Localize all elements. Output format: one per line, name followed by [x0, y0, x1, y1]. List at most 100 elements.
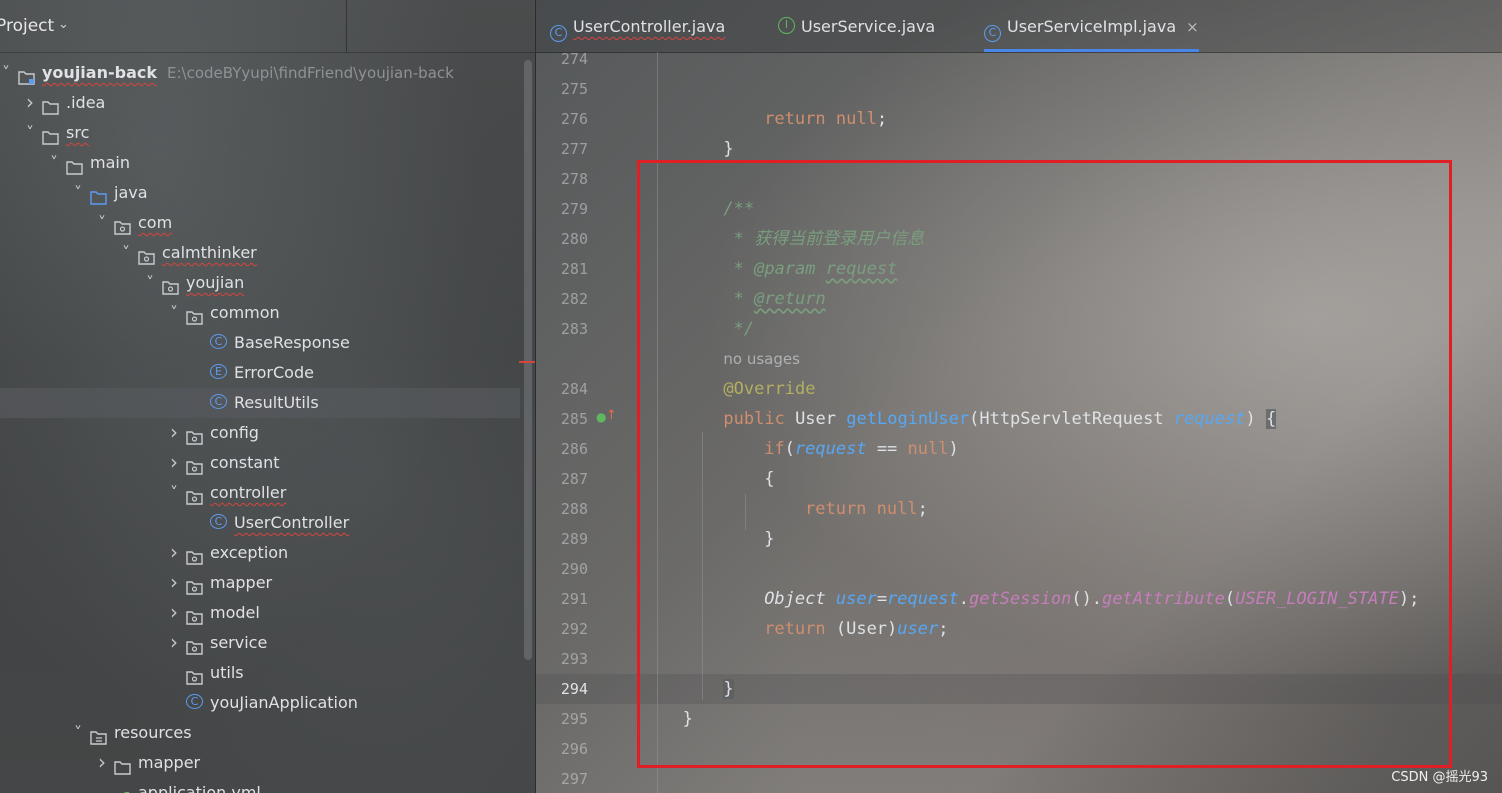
chevron-down-icon[interactable]: ˅ — [168, 478, 180, 508]
line-number: 291 — [560, 590, 588, 608]
tree-item[interactable]: › config — [0, 418, 520, 448]
doc-tag: @return — [754, 289, 826, 309]
method-name: getLoginUser — [846, 409, 970, 429]
project-scrollbar[interactable] — [524, 60, 532, 660]
code-line[interactable]: } — [723, 134, 733, 164]
close-icon[interactable]: × — [1186, 18, 1199, 36]
tree-item[interactable]: C UserController — [0, 508, 520, 538]
line-number: 297 — [560, 770, 588, 788]
tree-item[interactable]: CyouJianApplication — [0, 688, 520, 718]
code-line[interactable]: * @param request — [734, 254, 898, 284]
keyword: return — [764, 619, 826, 639]
editor-tab[interactable]: I UserService.java — [778, 0, 935, 52]
tree-item[interactable]: utils — [0, 658, 520, 688]
tree-item[interactable]: › .idea — [0, 88, 520, 118]
tree-item-label: youJianApplication — [210, 693, 358, 712]
tree-item[interactable]: C ResultUtils — [0, 388, 520, 418]
chevron-right-icon[interactable]: › — [168, 448, 180, 478]
tree-item-label: ErrorCode — [234, 363, 314, 382]
code-line[interactable]: Object user=request.getSession().getAttr… — [764, 584, 1419, 614]
tree-item[interactable]: C BaseResponse — [0, 328, 520, 358]
code-line[interactable]: * @return — [734, 284, 826, 314]
code-line[interactable]: no usages — [723, 344, 800, 374]
editor-tab[interactable]: C UserServiceImpl.java × — [984, 0, 1199, 52]
chevron-down-icon[interactable]: ˅ — [48, 148, 60, 178]
chevron-right-icon[interactable]: › — [96, 748, 108, 778]
code-line[interactable]: return null; — [764, 104, 887, 134]
tree-item[interactable]: › exception — [0, 538, 520, 568]
package-icon — [186, 605, 203, 625]
chevron-right-icon[interactable]: › — [168, 418, 180, 448]
code-line[interactable]: @Override — [723, 374, 815, 404]
tree-item[interactable]: ˅ youjian — [0, 268, 520, 298]
project-title[interactable]: Project — [0, 16, 54, 36]
code-line[interactable]: * 获得当前登录用户信息 — [734, 224, 924, 254]
doc-param-name: request — [825, 259, 898, 279]
tree-item-label: com — [138, 213, 173, 232]
tree-item[interactable]: › model — [0, 598, 520, 628]
code-line[interactable]: if(request == null) — [764, 434, 959, 464]
line-number: 295 — [560, 710, 588, 728]
package-icon — [186, 305, 203, 325]
chevron-down-icon[interactable]: ˅ — [168, 298, 180, 328]
header-divider — [346, 0, 347, 52]
overrides-arrow-icon[interactable]: ↑ — [606, 408, 617, 423]
code-line[interactable]: } — [764, 524, 774, 554]
editor-tab-label: UserServiceImpl.java — [1007, 17, 1177, 36]
code-line[interactable]: { — [764, 464, 774, 494]
code-editor[interactable]: C UserController.java I UserService.java C Us… — [536, 0, 1502, 793]
usages-hint[interactable]: no usages — [723, 350, 800, 368]
chevron-down-icon[interactable]: ˅ — [144, 268, 156, 298]
tree-item[interactable]: ˅ java — [0, 178, 520, 208]
tree-item[interactable]: › constant — [0, 448, 520, 478]
tree-item[interactable]: › service — [0, 628, 520, 658]
editor-tab-bar: C UserController.java I UserService.java C Us… — [536, 0, 1502, 53]
chevron-down-icon[interactable]: ⌄ — [58, 17, 69, 32]
line-number: 296 — [560, 740, 588, 758]
tree-item[interactable]: ˅ calmthinker — [0, 238, 520, 268]
tree-item[interactable]: › mapper — [0, 568, 520, 598]
tree-item[interactable]: ˅ common — [0, 298, 520, 328]
chevron-right-icon[interactable]: › — [168, 538, 180, 568]
tree-item[interactable]: ˅ youjian-back E:\codeBYyupi\findFriend\yo… — [0, 58, 520, 88]
code-line[interactable]: /** — [723, 194, 754, 224]
editor-tab[interactable]: C UserController.java — [550, 0, 725, 52]
tree-item[interactable]: E ErrorCode — [0, 358, 520, 388]
method-call: getAttribute — [1102, 589, 1225, 609]
code-line[interactable]: public User getLoginUser(HttpServletRequ… — [723, 404, 1277, 434]
doc-comment: * 获得当前登录用户信息 — [733, 229, 925, 249]
line-number: 280 — [560, 230, 588, 248]
tree-item-label: src — [66, 123, 90, 142]
implements-method-icon[interactable]: ● — [596, 410, 606, 424]
parameter: request — [887, 589, 959, 609]
project-panel: Project ⌄ ˅ youjian-back E:\codeBYyupi\fin… — [0, 0, 536, 793]
code-line[interactable]: } — [723, 674, 734, 704]
package-icon — [186, 485, 203, 505]
tree-item[interactable]: ˅ src — [0, 118, 520, 148]
code-line[interactable]: } — [683, 704, 693, 734]
spring-class-icon: C — [186, 694, 203, 709]
chevron-down-icon[interactable]: ˅ — [24, 118, 36, 148]
code-line[interactable]: return (User)user; — [764, 614, 948, 644]
chevron-down-icon[interactable]: ˅ — [0, 58, 12, 88]
tree-item[interactable]: › mapper — [0, 748, 520, 778]
chevron-right-icon[interactable]: › — [168, 628, 180, 658]
chevron-down-icon[interactable]: ˅ — [72, 178, 84, 208]
chevron-right-icon[interactable]: › — [168, 568, 180, 598]
chevron-down-icon[interactable]: ˅ — [72, 718, 84, 748]
code-line[interactable]: return null; — [805, 494, 928, 524]
code-line[interactable]: */ — [734, 314, 754, 344]
tree-item[interactable]: application.yml — [0, 778, 520, 793]
chevron-right-icon[interactable]: › — [168, 598, 180, 628]
chevron-down-icon[interactable]: ˅ — [96, 208, 108, 238]
tree-item[interactable]: ˅ controller — [0, 478, 520, 508]
chevron-down-icon[interactable]: ˅ — [120, 238, 132, 268]
line-number: 290 — [560, 560, 588, 578]
tree-item[interactable]: ˅ com — [0, 208, 520, 238]
editor-tab-label: UserController.java — [573, 17, 726, 36]
tree-item[interactable]: ˅ resources — [0, 718, 520, 748]
chevron-right-icon[interactable]: › — [24, 88, 36, 118]
tree-item-label: BaseResponse — [234, 333, 350, 352]
editor-tab-label: UserService.java — [801, 17, 936, 36]
tree-item[interactable]: ˅ main — [0, 148, 520, 178]
